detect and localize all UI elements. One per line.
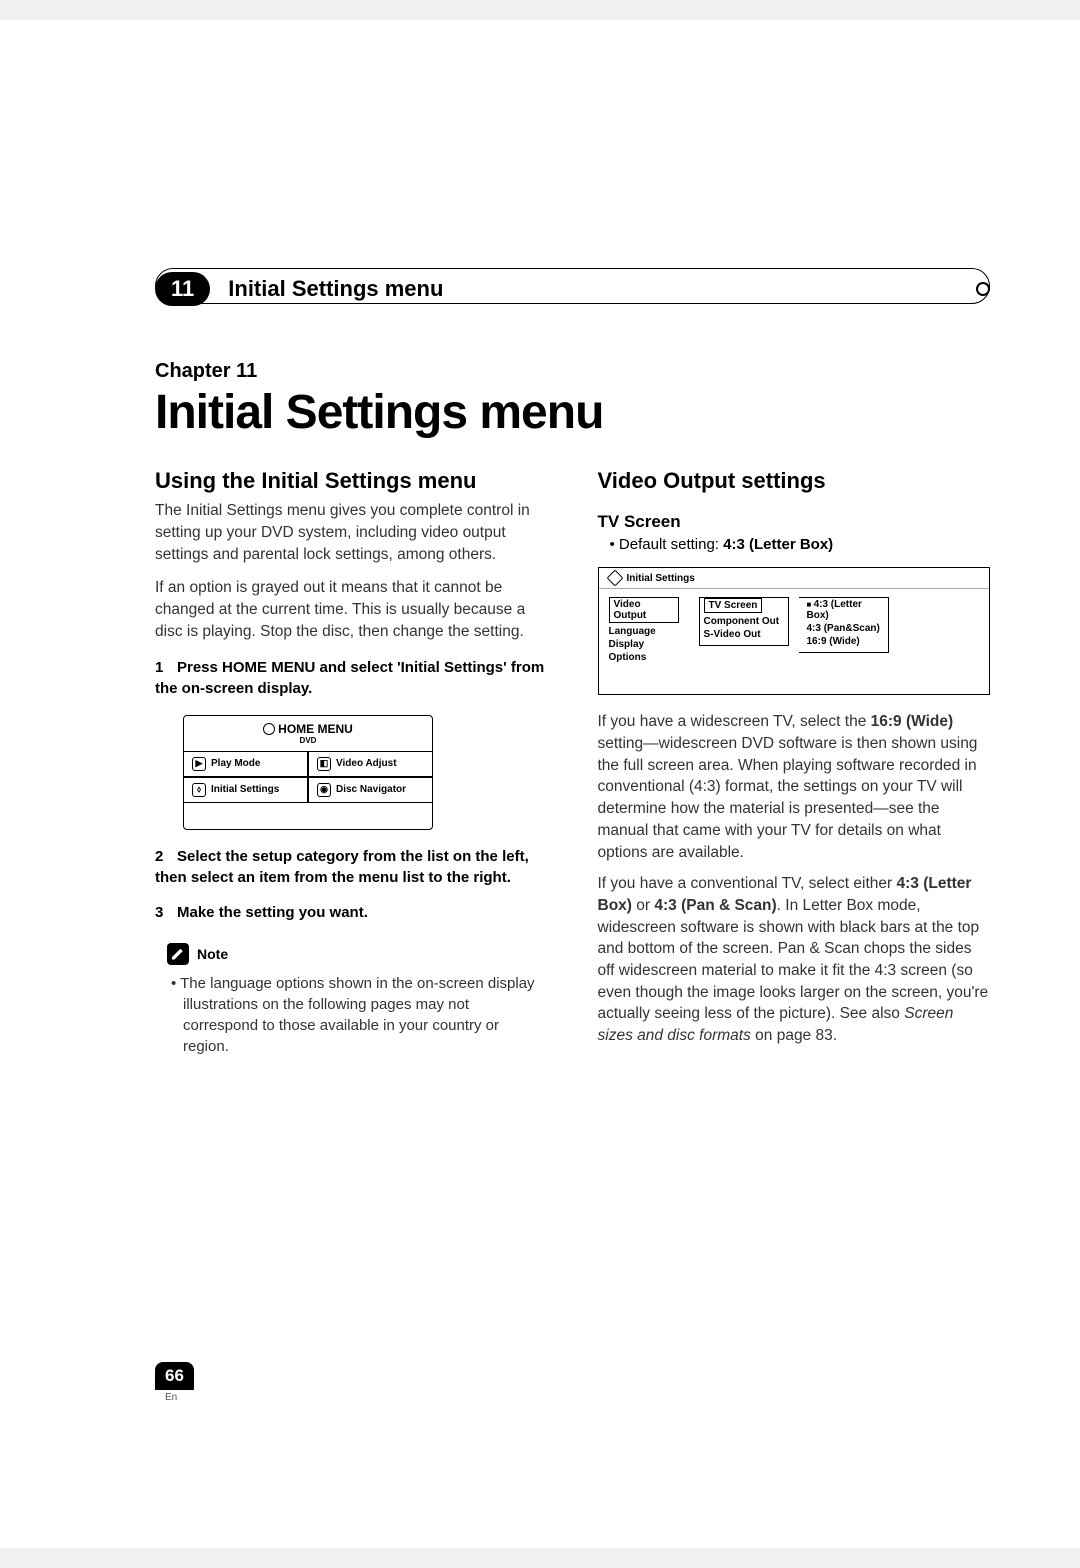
text-run: or: [632, 897, 654, 914]
settings-item-selected: Video Output: [609, 597, 679, 623]
step-3: 3Make the setting you want.: [155, 902, 548, 923]
section-heading-video-output: Video Output settings: [598, 468, 991, 494]
home-menu-item-initial-settings: ⬨ Initial Settings: [184, 777, 308, 803]
note-header: Note: [167, 943, 548, 965]
left-column: Using the Initial Settings menu The Init…: [155, 468, 548, 1057]
settings-subitem-column: TV Screen Component Out S-Video Out: [689, 597, 789, 664]
settings-subitem: S-Video Out: [704, 628, 784, 641]
step-number: 3: [155, 902, 177, 923]
default-prefix: • Default setting:: [610, 536, 724, 553]
settings-subitem-selected: TV Screen: [704, 598, 763, 613]
manual-page: 11 Initial Settings menu Chapter 11 Init…: [0, 20, 1080, 1548]
menu-item-label: Play Mode: [211, 758, 260, 769]
paragraph: If you have a conventional TV, select ei…: [598, 873, 991, 1047]
two-column-layout: Using the Initial Settings menu The Init…: [155, 468, 990, 1057]
text-run: setting—widescreen DVD software is then …: [598, 735, 978, 860]
menu-item-label: Disc Navigator: [336, 784, 406, 795]
video-adjust-icon: ◧: [317, 757, 331, 771]
settings-value-selected: 4:3 (Letter Box): [807, 598, 884, 622]
chapter-label: Chapter 11: [155, 360, 990, 383]
note-text: • The language options shown in the on-s…: [155, 973, 548, 1057]
home-menu-item-disc-navigator: ◉ Disc Navigator: [308, 777, 432, 803]
initial-settings-diagram: Initial Settings Video Output Language D…: [598, 567, 991, 695]
home-menu-item-video-adjust: ◧ Video Adjust: [308, 751, 432, 777]
settings-box-header: Initial Settings: [599, 568, 990, 589]
settings-box-title: Initial Settings: [627, 573, 695, 584]
chapter-number-badge: 11: [155, 272, 210, 306]
step-1: 1Press HOME MENU and select 'Initial Set…: [155, 657, 548, 699]
note-label: Note: [197, 946, 228, 962]
menu-item-label: Initial Settings: [211, 784, 279, 795]
paragraph: If you have a widescreen TV, select the …: [598, 711, 991, 863]
settings-item: Options: [609, 651, 679, 664]
text-run: . In Letter Box mode, widescreen softwar…: [598, 897, 989, 1022]
home-menu-title-text: HOME MENU: [278, 722, 353, 736]
text-run: If you have a widescreen TV, select the: [598, 713, 871, 730]
settings-value: 4:3 (Pan&Scan): [807, 622, 884, 635]
text-bold: 4:3 (Pan & Scan): [654, 897, 776, 914]
step-2: 2Select the setup category from the list…: [155, 846, 548, 888]
text-run: If you have a conventional TV, select ei…: [598, 875, 897, 892]
step-number: 2: [155, 846, 177, 867]
settings-item: Language: [609, 625, 679, 638]
step-text: Make the setting you want.: [177, 904, 368, 921]
default-value: 4:3 (Letter Box): [723, 536, 833, 553]
language-code: En: [165, 1392, 177, 1403]
note-pencil-icon: [167, 943, 189, 965]
settings-subitem: Component Out: [704, 615, 784, 628]
step-text: Press HOME MENU and select 'Initial Sett…: [155, 659, 544, 697]
home-menu-row: ⬨ Initial Settings ◉ Disc Navigator: [184, 777, 432, 803]
step-text: Select the setup category from the list …: [155, 848, 529, 886]
settings-value: 16:9 (Wide): [807, 635, 884, 648]
paragraph: The Initial Settings menu gives you comp…: [155, 500, 548, 565]
text-bold: 16:9 (Wide): [871, 713, 954, 730]
home-menu-item-play-mode: ▶ Play Mode: [184, 751, 308, 777]
default-setting-line: • Default setting: 4:3 (Letter Box): [598, 536, 991, 553]
home-menu-title: HOME MENU: [184, 716, 432, 736]
settings-icon: ⬨: [192, 783, 206, 797]
subsection-tv-screen: TV Screen: [598, 512, 991, 532]
settings-box-body: Video Output Language Display Options TV…: [599, 589, 990, 694]
section-heading-using: Using the Initial Settings menu: [155, 468, 548, 494]
settings-category-column: Video Output Language Display Options: [599, 597, 689, 664]
page-title: Initial Settings menu: [155, 385, 990, 440]
chapter-header-bar: 11 Initial Settings menu: [155, 272, 990, 306]
header-end-circle-icon: [976, 282, 990, 296]
paragraph: If an option is grayed out it means that…: [155, 577, 548, 642]
menu-item-label: Video Adjust: [336, 758, 397, 769]
settings-value-column: 4:3 (Letter Box) 4:3 (Pan&Scan) 16:9 (Wi…: [789, 597, 899, 664]
settings-item: Display: [609, 638, 679, 651]
right-column: Video Output settings TV Screen • Defaul…: [598, 468, 991, 1057]
disc-nav-icon: ◉: [317, 783, 331, 797]
page-content: Chapter 11 Initial Settings menu Using t…: [90, 360, 990, 1057]
page-number-badge: 66: [155, 1362, 194, 1390]
home-menu-row: ▶ Play Mode ◧ Video Adjust: [184, 751, 432, 777]
header-title: Initial Settings menu: [228, 276, 443, 302]
play-mode-icon: ▶: [192, 757, 206, 771]
text-run: on page 83.: [751, 1027, 837, 1044]
settings-gear-icon: [606, 570, 623, 587]
disc-icon: [263, 723, 275, 735]
home-menu-diagram: HOME MENU DVD ▶ Play Mode ◧ Video Adjust ⬨…: [183, 715, 433, 830]
home-menu-subtitle: DVD: [184, 736, 432, 751]
step-number: 1: [155, 657, 177, 678]
